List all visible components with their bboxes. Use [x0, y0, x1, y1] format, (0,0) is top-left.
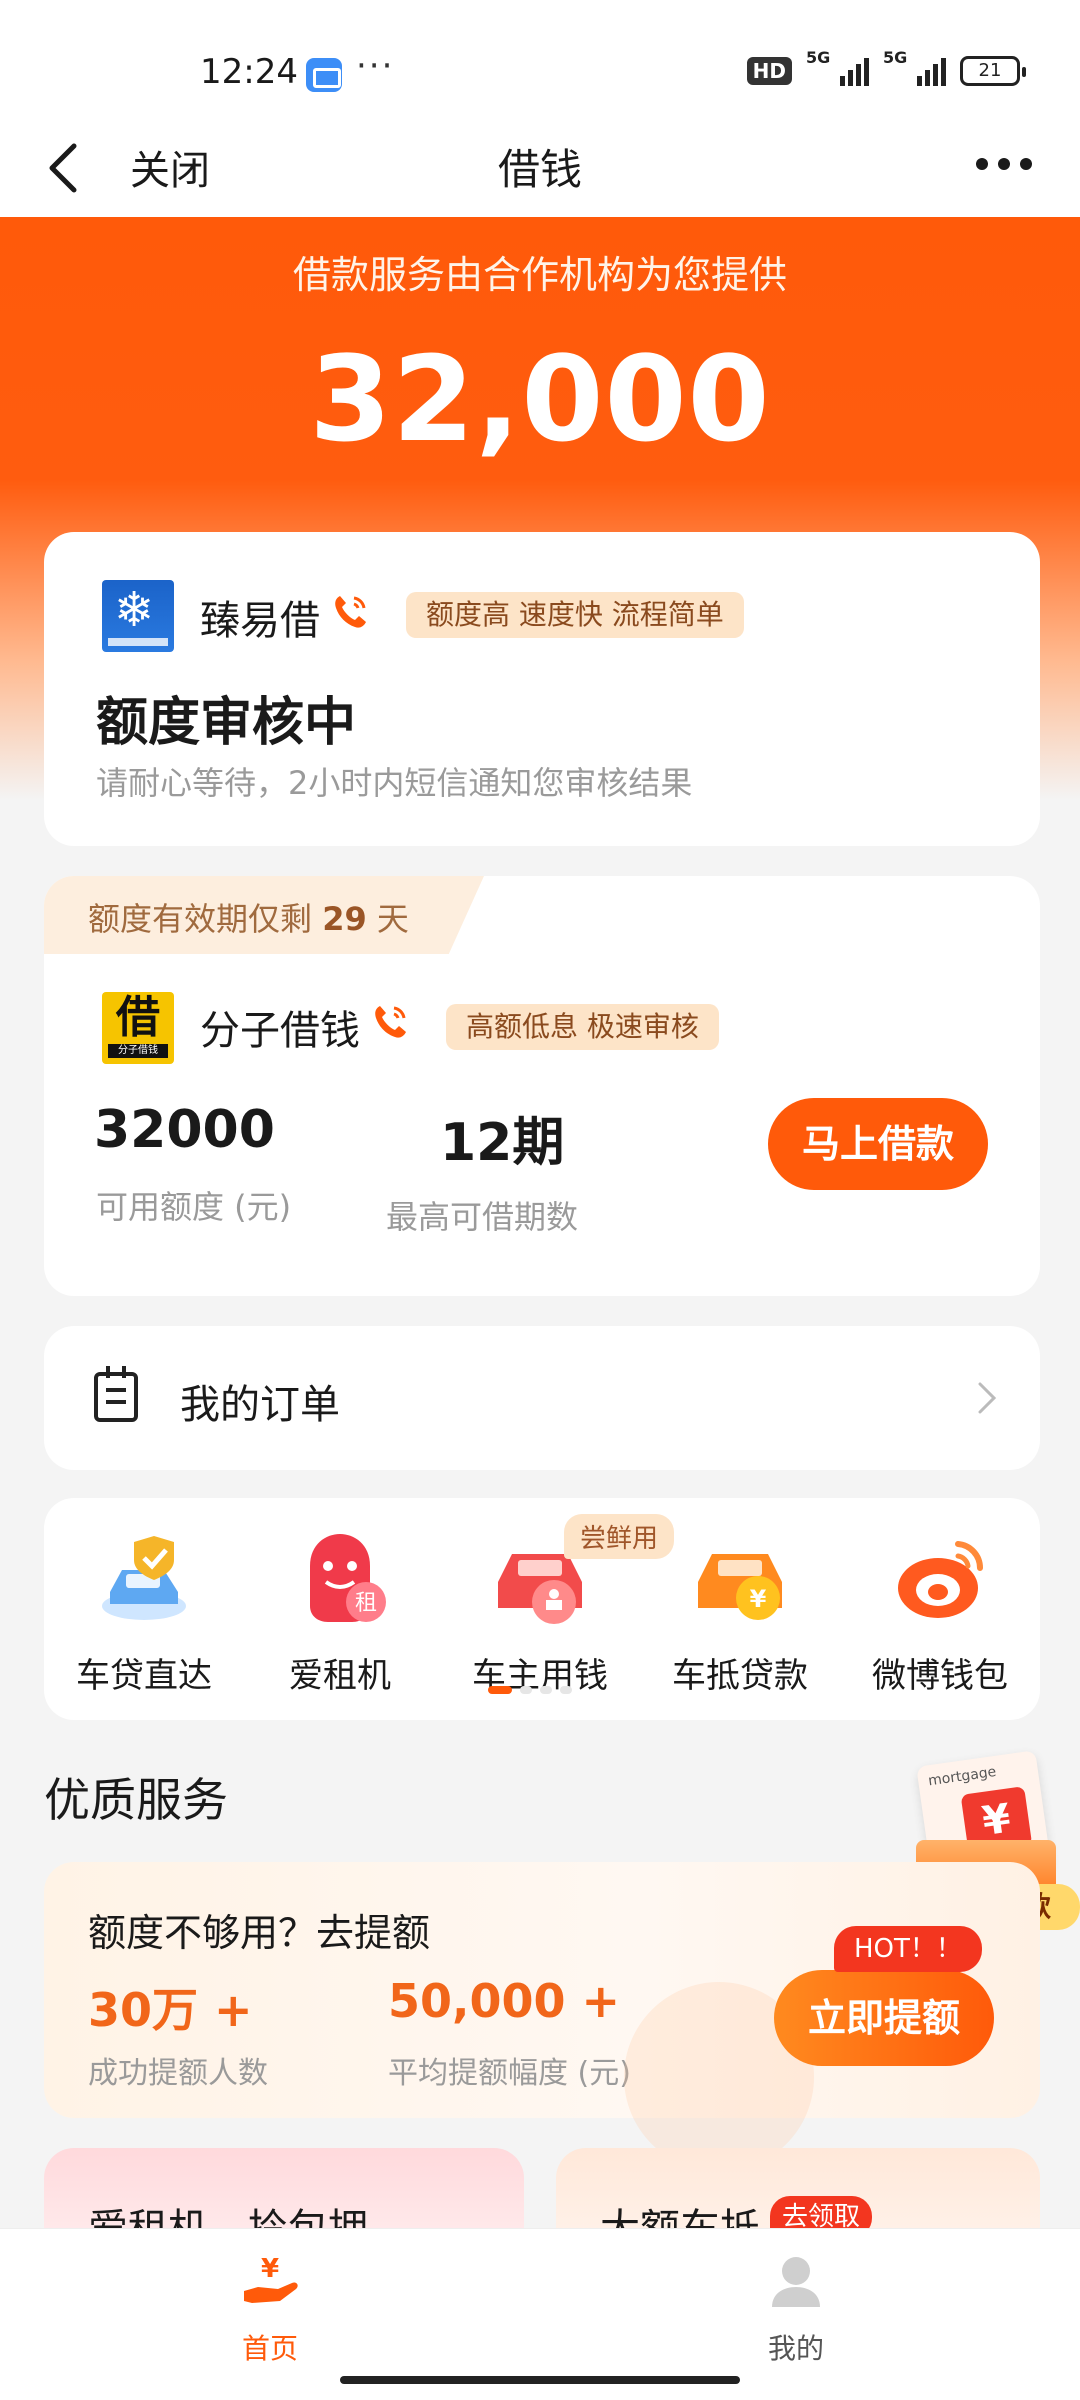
stat-success-label: 成功提额人数: [88, 2056, 268, 2091]
tab-label: 首页: [241, 2332, 298, 2365]
car-shield-icon: [102, 1536, 186, 1620]
raise-limit-card: 额度不够用？去提额 30万 + 成功提额人数 50,000 + 平均提额幅度 (…: [44, 1862, 1040, 2172]
review-status-title: 额度审核中: [96, 693, 357, 753]
page-title: 借钱: [497, 145, 582, 194]
review-status-desc: 请耐心等待，2小时内短信通知您审核结果: [96, 764, 693, 802]
service-label: 微博钱包: [872, 1656, 1008, 1696]
tab-mine[interactable]: 我的: [696, 2251, 896, 2367]
validity-suffix: 天: [376, 900, 409, 938]
available-amount-label: 可用额度 (元): [96, 1188, 292, 1226]
phone-icon[interactable]: [370, 1002, 410, 1042]
home-indicator: [340, 2376, 740, 2384]
hd-icon: HD: [746, 57, 792, 85]
feature-tag: 额度高 速度快 流程简单: [406, 592, 744, 638]
lender-name: 臻易借: [200, 598, 320, 644]
tab-home[interactable]: ¥ 首页: [170, 2251, 370, 2367]
car-yen-icon: ¥: [698, 1554, 782, 1620]
phone-icon[interactable]: [330, 592, 370, 632]
lender-name: 分子借钱: [200, 1008, 360, 1054]
home-yen-icon: ¥: [244, 2254, 298, 2303]
order-icon: [94, 1366, 138, 1422]
status-time: 12:24: [200, 52, 298, 92]
fenzi-logo: 借 分子借钱: [102, 992, 174, 1064]
tab-label: 我的: [767, 2332, 824, 2365]
logo-char: 借: [116, 992, 160, 1043]
feature-tag: 高额低息 极速审核: [446, 1004, 719, 1050]
section-title: 优质服务: [44, 1773, 228, 1827]
service-weibo-wallet[interactable]: 微博钱包: [840, 1526, 1040, 1697]
rent-phone-icon: 租: [310, 1534, 386, 1622]
signal-icon: 5G: [806, 48, 869, 86]
service-label: 爱租机: [289, 1656, 391, 1696]
svg-text:¥: ¥: [750, 1585, 767, 1613]
page-indicator: [488, 1686, 572, 1694]
service-label: 车贷直达: [76, 1656, 212, 1696]
raise-limit-button[interactable]: 立即提额: [774, 1970, 994, 2066]
service-shortcuts: 车贷直达 租 爱租机 车主用钱 尝鲜用 ¥ 车抵贷款 微博钱包: [44, 1498, 1040, 1720]
service-label: 车抵贷款: [672, 1656, 808, 1696]
service-rent-phone[interactable]: 租 爱租机: [240, 1526, 440, 1697]
stat-average-raise: 50,000 +: [388, 1974, 621, 2028]
rent-char: 租: [355, 1591, 377, 1616]
signal-icon-2: 5G: [883, 48, 946, 86]
max-term-label: 最高可借期数: [386, 1198, 579, 1236]
status-bar: 12:24 ··· HD 5G 5G 21: [0, 0, 1080, 120]
validity-text: 额度有效期仅剩 29 天: [88, 894, 409, 940]
hot-badge: HOT！！: [834, 1926, 982, 1972]
loan-offer-card: 额度有效期仅剩 29 天 借 分子借钱 分子借钱 高额低息 极速审核 32000…: [44, 876, 1040, 1296]
weibo-icon: [898, 1541, 984, 1618]
review-card[interactable]: 臻易借 额度高 速度快 流程简单 额度审核中 请耐心等待，2小时内短信通知您审核…: [44, 532, 1040, 846]
service-car-loan[interactable]: 车贷直达: [44, 1526, 244, 1697]
bottom-tab-bar: ¥ 首页 我的: [0, 2228, 1080, 2400]
nav-bar: 关闭 借钱: [0, 120, 1080, 217]
validity-days: 29: [322, 900, 367, 938]
mortgage-doc-text: mortgage: [927, 1763, 998, 1790]
validity-prefix: 额度有效期仅剩: [88, 900, 313, 938]
credit-amount: 32,000: [309, 330, 771, 468]
my-orders-label: 我的订单: [180, 1382, 340, 1428]
available-amount: 32000: [94, 1100, 275, 1160]
hero-subtitle: 借款服务由合作机构为您提供: [292, 253, 787, 297]
status-icons: HD 5G 5G 21: [746, 48, 1026, 86]
raise-limit-title: 额度不够用？去提额: [88, 1911, 431, 1955]
more-options-icon[interactable]: [976, 144, 1040, 184]
chevron-right-icon: [978, 1382, 997, 1414]
stat-average-label: 平均提额幅度 (元): [388, 2056, 631, 2091]
more-notifications-icon: ···: [356, 46, 395, 86]
zhenyijie-logo: [102, 580, 174, 652]
user-icon: [772, 2257, 820, 2307]
signal-label: 5G: [806, 48, 831, 67]
stat-success-count: 30万 +: [88, 1983, 253, 2037]
max-term: 12期: [440, 1113, 565, 1173]
battery-icon: 21: [960, 56, 1026, 86]
borrow-now-button[interactable]: 马上借款: [768, 1098, 988, 1190]
signal-label-2: 5G: [883, 48, 908, 67]
my-orders-row[interactable]: 我的订单: [44, 1326, 1040, 1470]
svg-text:¥: ¥: [261, 2254, 279, 2284]
logo-caption: 分子借钱: [108, 1044, 168, 1058]
service-car-mortgage[interactable]: ¥ 车抵贷款: [640, 1526, 840, 1697]
notification-app-icon: [306, 58, 342, 92]
